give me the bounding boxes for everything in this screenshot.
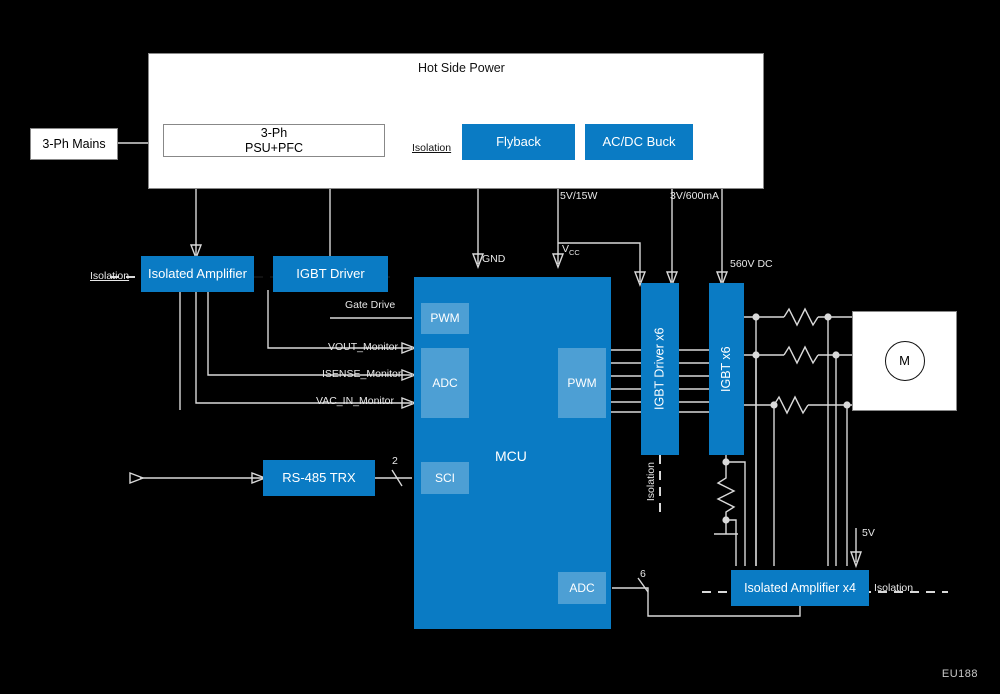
motor-block: M	[852, 311, 957, 411]
rs485-trx-block: RS-485 TRX	[263, 460, 375, 496]
isolation-label-amp4: Isolation	[874, 582, 914, 594]
mcu-label: MCU	[495, 448, 527, 464]
hot-side-power-title: Hot Side Power	[418, 61, 505, 75]
adc-bus-count-label: 6	[640, 568, 646, 580]
acdc-buck-block: AC/DC Buck	[585, 124, 693, 160]
isolated-amplifier-x4-block: Isolated Amplifier x4	[731, 570, 869, 606]
gate-drive-label: Gate Drive	[345, 299, 396, 311]
vout-monitor-label: VOUT_Monitor	[328, 341, 399, 353]
dc-bus-label: 560V DC	[730, 258, 773, 270]
gnd-label: GND	[482, 253, 506, 265]
rail-5v15w-label: 5V/15W	[560, 190, 598, 202]
vcc-subscript: CC	[569, 248, 580, 258]
psu-line-1: 3-Ph	[260, 125, 288, 140]
mcu-adc-left-block: ADC	[421, 348, 469, 418]
isolation-label-igbt: Isolation	[645, 462, 657, 502]
vac-in-monitor-label: VAC_IN_Monitor	[316, 395, 395, 407]
motor-symbol: M	[884, 341, 925, 381]
psu-line-2: PSU+PFC	[244, 140, 303, 155]
mcu-pwm-top-block: PWM	[421, 303, 469, 334]
watermark: EU188	[941, 668, 978, 680]
igbt-x6-block: IGBT x6	[709, 283, 744, 455]
vcc-label: VCC	[562, 243, 580, 257]
isolation-label-power: Isolation	[412, 142, 452, 154]
isolated-amplifier-block: Isolated Amplifier	[141, 256, 254, 292]
igbt-driver-x6-block: IGBT Driver x6	[641, 283, 679, 455]
flyback-block: Flyback	[462, 124, 575, 160]
sci-bus-count-label: 2	[392, 455, 398, 467]
psu-pfc-block: 3-Ph PSU+PFC	[163, 124, 385, 157]
igbt-driver-block: IGBT Driver	[273, 256, 388, 292]
isolation-label-left: Isolation	[90, 270, 130, 282]
isense-monitor-label: ISENSE_Monitor	[322, 368, 402, 380]
mcu-pwm-right-block: PWM	[558, 348, 606, 418]
supply-5v-label: 5V	[862, 527, 875, 539]
mains-block: 3-Ph Mains	[30, 128, 118, 160]
rail-3v600ma-label: 3V/600mA	[670, 190, 720, 202]
mcu-adc-bottom-block: ADC	[558, 572, 606, 604]
block-diagram-canvas: Hot Side Power 3-Ph Mains 3-Ph PSU+PFC F…	[0, 0, 1000, 694]
vcc-text: V	[562, 243, 570, 255]
mcu-sci-block: SCI	[421, 462, 469, 494]
